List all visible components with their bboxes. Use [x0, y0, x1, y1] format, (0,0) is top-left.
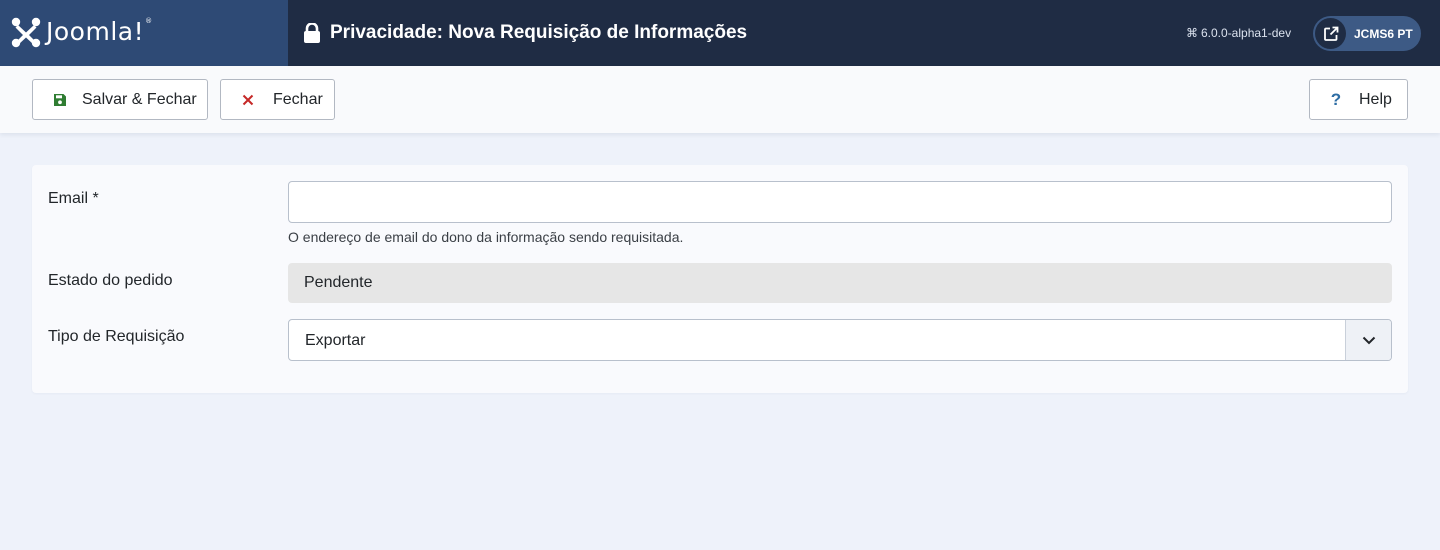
- lock-icon: [304, 23, 320, 43]
- version-text: 6.0.0-alpha1-dev: [1201, 26, 1292, 40]
- external-link-icon: [1315, 18, 1346, 49]
- close-label: Fechar: [273, 90, 323, 108]
- question-icon: ?: [1330, 89, 1342, 109]
- help-label: Help: [1359, 90, 1392, 108]
- brand-name: Joomla!®: [46, 17, 153, 46]
- help-button[interactable]: ? Help: [1309, 79, 1408, 120]
- email-field[interactable]: [288, 181, 1392, 223]
- page-title-wrap: Privacidade: Nova Requisição de Informaç…: [303, 20, 747, 46]
- email-label: Email *: [48, 190, 99, 207]
- version-info: ⌘ 6.0.0-alpha1-dev: [1186, 26, 1291, 40]
- floppy-disk-icon: [52, 93, 68, 107]
- email-help-text: O endereço de email do dono da informaçã…: [288, 229, 684, 245]
- page-title: Privacidade: Nova Requisição de Informaç…: [330, 22, 748, 43]
- chevron-down-icon: [1345, 320, 1391, 360]
- joomla-logo-icon: [11, 17, 41, 48]
- request-type-value: Exportar: [305, 332, 366, 349]
- brand-logo-block[interactable]: Joomla!®: [0, 0, 288, 66]
- status-readonly-field: Pendente: [288, 263, 1392, 303]
- top-header: Joomla!® Privacidade: Nova Requisição de…: [0, 0, 1440, 66]
- close-x-icon: [240, 94, 256, 106]
- save-close-label: Salvar & Fechar: [82, 90, 197, 108]
- status-label: Estado do pedido: [48, 272, 173, 289]
- view-site-button[interactable]: JCMS6 PT: [1313, 16, 1421, 51]
- close-button[interactable]: Fechar: [220, 79, 335, 120]
- save-close-button[interactable]: Salvar & Fechar: [32, 79, 208, 120]
- joomla-small-icon: ⌘: [1186, 26, 1198, 40]
- request-type-label: Tipo de Requisição: [48, 328, 185, 345]
- request-type-select[interactable]: Exportar: [288, 319, 1392, 361]
- toolbar: Salvar & Fechar Fechar ? Help: [0, 66, 1440, 133]
- site-label: JCMS6 PT: [1354, 26, 1413, 41]
- request-form-card: Email * O endereço de email do dono da i…: [32, 165, 1408, 393]
